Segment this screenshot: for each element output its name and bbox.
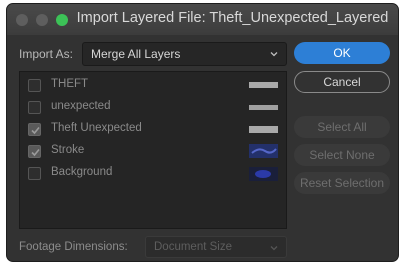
layer-thumbnail xyxy=(249,105,278,110)
chevron-down-icon xyxy=(270,52,278,57)
layer-thumbnail xyxy=(249,144,278,158)
layer-thumbnail xyxy=(249,126,278,133)
layer-row[interactable]: THEFT xyxy=(20,75,286,96)
window-title: Import Layered File: Theft_Unexpected_La… xyxy=(76,10,389,26)
layer-checkbox[interactable] xyxy=(28,101,41,114)
title-bar[interactable]: Import Layered File: Theft_Unexpected_La… xyxy=(7,4,398,35)
layer-name: Theft Unexpected xyxy=(51,122,142,134)
ok-button[interactable]: OK xyxy=(294,42,390,64)
layer-thumbnail xyxy=(249,167,278,181)
layer-name: unexpected xyxy=(51,100,111,112)
layer-row[interactable]: Stroke xyxy=(20,141,286,162)
layer-name: Background xyxy=(51,166,113,178)
layer-row[interactable]: Theft Unexpected xyxy=(20,119,286,140)
layer-name: Stroke xyxy=(51,144,85,156)
layer-name: THEFT xyxy=(51,78,89,90)
layer-row[interactable]: Background xyxy=(20,163,286,184)
checkmark-icon xyxy=(31,126,40,135)
import-as-label: Import As: xyxy=(19,47,74,61)
layer-row[interactable]: unexpected xyxy=(20,97,286,118)
layer-checkbox[interactable] xyxy=(28,79,41,92)
cancel-button[interactable]: Cancel xyxy=(294,71,390,93)
checkmark-icon xyxy=(31,148,40,157)
import-as-value: Merge All Layers xyxy=(91,47,181,61)
layer-checkbox[interactable] xyxy=(28,123,41,136)
reset-selection-button[interactable]: Reset Selection xyxy=(294,172,390,194)
layer-thumbnail xyxy=(249,82,278,88)
footage-dimensions-label: Footage Dimensions: xyxy=(19,241,128,253)
select-none-button[interactable]: Select None xyxy=(294,144,390,166)
layer-list: THEFT unexpected Theft Unexpected Stroke… xyxy=(19,71,287,229)
layer-checkbox[interactable] xyxy=(28,167,41,180)
footage-dimensions-value: Document Size xyxy=(154,241,232,253)
layer-checkbox[interactable] xyxy=(28,145,41,158)
footage-dimensions-dropdown[interactable]: Document Size xyxy=(145,236,287,258)
select-all-button[interactable]: Select All xyxy=(294,116,390,138)
import-dialog-window: Import Layered File: Theft_Unexpected_La… xyxy=(6,3,399,262)
import-as-dropdown[interactable]: Merge All Layers xyxy=(82,42,287,66)
chevron-down-icon xyxy=(270,246,278,251)
